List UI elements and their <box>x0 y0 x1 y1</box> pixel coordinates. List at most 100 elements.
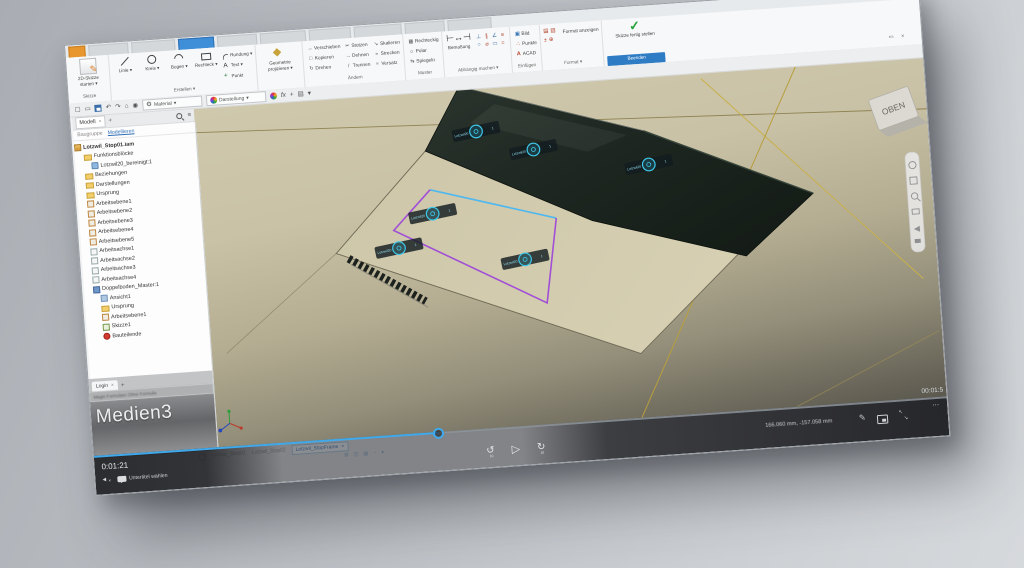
captions-label[interactable]: Untertitel wählen <box>129 473 168 482</box>
new-tab-button[interactable]: + <box>121 383 125 389</box>
create-tool-button[interactable]: Linie ▾ <box>112 54 138 75</box>
add-browser-tab-button[interactable]: + <box>108 118 112 124</box>
tree-item-icon <box>74 144 81 151</box>
more-options-icon[interactable]: ⋯ <box>932 401 940 409</box>
parameters-fx-button[interactable]: fx <box>281 90 287 100</box>
model-tree: Lotzwil_Stop01.iam Funktionsblöcke Lotzw… <box>74 133 210 343</box>
sheet-icon[interactable]: ▤ <box>297 89 304 99</box>
tool-icon <box>223 72 229 78</box>
camera-tool-icon[interactable] <box>915 239 921 243</box>
rewind-10-button[interactable]: ↺10 <box>486 445 495 458</box>
tree-item-icon <box>93 286 100 293</box>
tree-item-icon <box>91 162 98 169</box>
edit-pencil-icon[interactable]: ✎ <box>859 413 866 422</box>
sketch-icon <box>79 58 97 75</box>
ribbon-minimize-close-icons[interactable]: ▭ × <box>888 33 907 40</box>
color-wheel-icon <box>210 96 217 103</box>
browser-mode-link-active[interactable]: Modellieren <box>107 128 134 136</box>
browser-mode-link[interactable]: Baugruppe <box>77 131 103 139</box>
tree-item-icon <box>85 173 93 180</box>
constraint-button[interactable]: = <box>499 39 508 48</box>
format-icons-row[interactable]: ±⊕ <box>544 37 559 47</box>
tool-icon <box>120 56 130 66</box>
start-2d-sketch-button[interactable]: 2D-Skizze starten ▾ <box>69 56 107 87</box>
close-icon[interactable]: × <box>98 119 101 125</box>
tree-item-icon <box>90 248 97 255</box>
nav-bar[interactable] <box>905 152 926 253</box>
tool-icon <box>174 53 184 63</box>
ribbon-group-muster: ▦ Rechteckig ☼ Polar ⇆ Spiegeln <box>403 32 445 81</box>
ribbon-group-skizze: 2D-Skizze starten ▾ Skizze <box>66 55 112 104</box>
appearance-swatch-icon[interactable] <box>270 92 277 99</box>
video-of-inventor-window: 2D-Skizze starten ▾ Skizze Linie ▾ <box>64 0 950 496</box>
forward-10-button[interactable]: ↻10 <box>537 441 546 454</box>
finish-sketch-button[interactable]: ✓ Skizze fertig stellen <box>605 17 664 40</box>
viewcube[interactable]: OBEN <box>868 84 927 139</box>
ribbon-group-projizieren: Geometrie projizieren ▾ <box>256 41 306 90</box>
tree-item-icon <box>102 314 109 321</box>
tree-item-icon <box>90 238 97 245</box>
tool-icon <box>222 52 228 58</box>
muted-speaker-icon[interactable]: ◄ <box>101 477 107 483</box>
tree-item-icon <box>92 276 99 283</box>
ribbon-group-format: ▤▥ ±⊕ Format anzeigen Format ▾ <box>540 20 605 70</box>
media-title-overlay: Login × + Magix Formulare Ohne Formulie … <box>88 370 217 458</box>
ribbon-group-einfuegen: ▣ Bild ∴ Punkte A ACAD <box>510 25 543 73</box>
insert-tool-button[interactable]: A ACAD <box>514 48 538 60</box>
menu-icon[interactable]: ≡ <box>187 112 191 118</box>
fullscreen-icon[interactable] <box>899 411 909 421</box>
new-file-icon[interactable]: ▢ <box>74 105 81 115</box>
progress-scrubber-handle[interactable] <box>433 427 445 439</box>
gear-icon: ⚙ <box>146 100 153 110</box>
ribbon-group-abhaengig-machen: ⊢↔⊣ Bemaßung ⊥ ∥ ∠ ≡ <box>442 27 513 78</box>
tool-icon <box>201 51 211 61</box>
ribbon-group-aendern: ↔ Verschieben □ Kopieren ↻ Drehen <box>303 34 407 87</box>
captions-bubble-icon[interactable] <box>117 476 126 483</box>
project-geometry-icon <box>271 44 287 59</box>
dimension-icon: ⊢↔⊣ <box>446 33 471 44</box>
picture-in-picture-icon[interactable] <box>877 414 889 424</box>
tree-item-icon <box>101 295 108 302</box>
dimension-button[interactable]: ⊢↔⊣ Bemaßung <box>445 31 472 51</box>
tree-item-icon <box>86 183 94 190</box>
show-format-button[interactable]: Format anzeigen <box>562 22 599 35</box>
modify-tool-button[interactable]: ≈ Versatz <box>373 58 402 70</box>
tree-item-icon <box>103 333 110 340</box>
undo-icon[interactable]: ↶ <box>105 102 111 112</box>
create-tool-button[interactable]: Kreis ▾ <box>139 52 165 73</box>
tool-icon <box>222 62 228 68</box>
measure-plus-icon[interactable]: + <box>290 90 294 100</box>
tree-item-icon <box>88 219 95 226</box>
create-tool-button[interactable]: Bogen ▾ <box>166 50 192 71</box>
green-check-icon: ✓ <box>629 19 641 33</box>
search-icon[interactable] <box>177 113 183 119</box>
create-stack: Rundung ▾ Text ▾ Punkt <box>221 46 254 80</box>
tree-item-icon <box>88 210 95 217</box>
desktop-background: 2D-Skizze starten ▾ Skizze Linie ▾ <box>0 0 1024 568</box>
work-axis-line[interactable] <box>220 254 342 354</box>
tree-item-icon <box>84 154 92 161</box>
browser-tab-modell[interactable]: Modell × <box>75 115 106 129</box>
tool-icon <box>147 55 157 65</box>
orbit-icon[interactable]: ◉ <box>132 100 138 110</box>
create-stack-button[interactable]: Punkt <box>222 68 254 80</box>
viewport-3d[interactable]: Lotzwil20 1 Lotzwil20 1 Lotzwil20 1 <box>194 58 947 448</box>
modify-tool-button[interactable]: / Trennen <box>344 60 370 72</box>
home-icon[interactable]: ⌂ <box>124 101 129 111</box>
constraint-grid: ⊥ ∥ ∠ ≡ ○ ⌀ ▭ <box>474 28 507 49</box>
open-file-icon[interactable]: ▭ <box>84 104 91 114</box>
video-current-time: 0:01:21 <box>101 461 128 472</box>
tree-item-icon <box>92 267 99 274</box>
close-icon[interactable]: × <box>111 382 114 388</box>
pattern-tool-button[interactable]: ⇆ Spiegeln <box>408 55 440 67</box>
tree-item-icon <box>86 192 94 199</box>
tree-item-icon <box>103 323 110 330</box>
play-button[interactable]: ▷ <box>511 443 520 456</box>
cursor-coordinates: 166.060 mm, -157.058 mm <box>765 418 832 429</box>
caret-down-icon[interactable]: ▾ <box>307 88 311 98</box>
project-geometry-button[interactable]: Geometrie projizieren ▾ <box>259 43 301 73</box>
save-icon[interactable] <box>95 105 102 112</box>
create-tool-button[interactable]: Rechteck ▾ <box>193 48 219 69</box>
modify-tool-button[interactable]: ↻ Drehen <box>307 62 342 74</box>
redo-icon[interactable]: ↷ <box>115 102 121 112</box>
